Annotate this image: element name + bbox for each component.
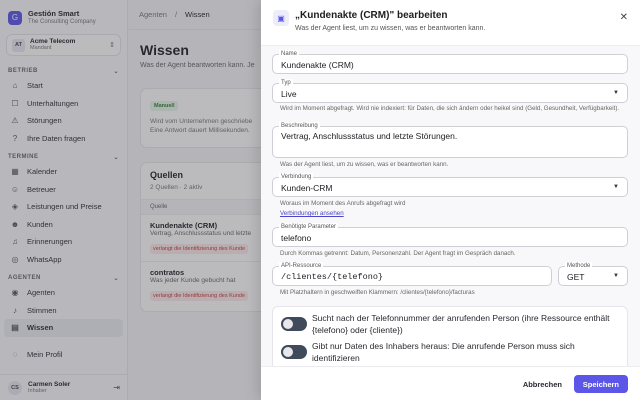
edit-source-drawer: ▣ „Kundenakte (CRM)" bearbeiten Was der … xyxy=(261,0,640,400)
description-label: Beschreibung xyxy=(279,122,320,130)
type-select[interactable]: Typ Live ▼ xyxy=(272,79,628,103)
drawer-header: ▣ „Kundenakte (CRM)" bearbeiten Was der … xyxy=(273,10,628,40)
drawer-title: „Kundenakte (CRM)" bearbeiten xyxy=(295,10,448,21)
method-value: GET xyxy=(567,272,585,282)
lookup-by-phone-label: Sucht nach der Telefonnummer der anrufen… xyxy=(312,313,610,335)
name-field[interactable]: Name Kundenakte (CRM) xyxy=(272,50,628,74)
resource-input[interactable]: API-Ressource /clientes/{telefono} xyxy=(272,262,552,286)
chevron-down-icon: ▼ xyxy=(613,90,619,96)
drawer-footer: Abbrechen Speichern xyxy=(261,367,640,400)
view-connections-link[interactable]: Verbindungen ansehen xyxy=(280,210,344,217)
type-label: Typ xyxy=(279,79,293,87)
description-help: Was der Agent liest, um zu wissen, was e… xyxy=(280,161,449,168)
chevron-down-icon: ▼ xyxy=(613,184,619,190)
database-icon: ▣ xyxy=(273,10,289,26)
close-icon[interactable]: ✕ xyxy=(620,12,628,23)
save-button[interactable]: Speichern xyxy=(573,375,628,393)
options-box: Sucht nach der Telefonnummer der anrufen… xyxy=(272,306,628,366)
connection-help: Woraus im Moment des Anrufs abgefragt wi… xyxy=(280,200,406,207)
description-value: Vertrag, Anschlussstatus und letzte Stör… xyxy=(281,131,458,141)
drawer-body[interactable]: Name Kundenakte (CRM) Typ Live ▼ Wird im… xyxy=(261,45,640,367)
params-label: Benötigte Parameter xyxy=(279,223,339,231)
description-field[interactable]: Beschreibung Vertrag, Anschlussstatus un… xyxy=(272,122,628,158)
owner-only-toggle[interactable] xyxy=(281,345,307,359)
name-label: Name xyxy=(279,50,300,58)
drawer-subtitle: Was der Agent liest, um zu wissen, was e… xyxy=(295,25,486,32)
connection-select[interactable]: Verbindung Kunden-CRM ▼ xyxy=(272,173,628,197)
method-select[interactable]: Methode GET ▼ xyxy=(558,262,628,286)
connection-value: Kunden-CRM xyxy=(281,183,333,193)
resource-label: API-Ressource xyxy=(279,262,324,270)
type-help: Wird im Moment abgefragt. Wird nie index… xyxy=(280,105,620,112)
method-label: Methode xyxy=(565,262,593,270)
params-value: telefono xyxy=(281,233,312,243)
type-value: Live xyxy=(281,89,297,99)
connection-label: Verbindung xyxy=(279,173,314,181)
cancel-button[interactable]: Abbrechen xyxy=(515,375,570,393)
params-help: Durch Kommas getrennt: Datum, Personenza… xyxy=(280,250,516,257)
resource-help: Mit Platzhaltern in geschweiften Klammer… xyxy=(280,289,475,296)
chevron-down-icon: ▼ xyxy=(613,273,619,279)
name-value: Kundenakte (CRM) xyxy=(281,60,354,70)
owner-only-label: Gibt nur Daten des Inhabers heraus: Die … xyxy=(312,341,575,363)
lookup-by-phone-toggle[interactable] xyxy=(281,317,307,331)
resource-value: /clientes/{telefono} xyxy=(281,272,384,282)
params-input[interactable]: Benötigte Parameter telefono xyxy=(272,223,628,247)
